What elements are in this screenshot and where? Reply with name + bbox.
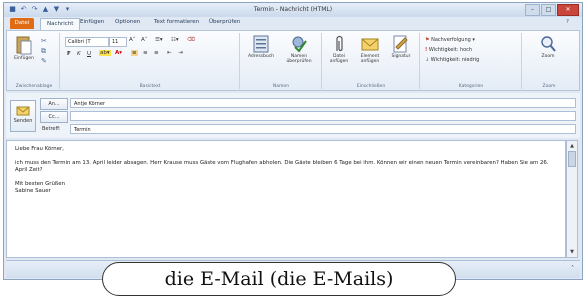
send-button[interactable]: Senden (10, 100, 36, 132)
shrink-font-icon[interactable]: A˅ (141, 37, 148, 43)
tab-format-text[interactable]: Text formatieren (154, 19, 199, 25)
follow-up-label: Nachverfolgung (431, 37, 471, 43)
help-icon[interactable]: ? (566, 19, 569, 25)
ribbon: Einfügen ✂ ⧉ ✎ Zwischenablage Calibri (T… (6, 30, 580, 91)
bold-icon[interactable]: F (67, 51, 71, 57)
group-clipboard: Einfügen ✂ ⧉ ✎ Zwischenablage (9, 33, 60, 89)
scroll-up-icon[interactable]: ▲ (568, 142, 576, 150)
align-right-icon[interactable]: ≡ (154, 50, 159, 56)
down-arrow-icon: ↓ (425, 57, 430, 63)
vocabulary-caption: die E-Mail (die E-Mails) (102, 262, 456, 296)
to-button[interactable]: An... (40, 98, 68, 110)
clear-format-icon[interactable]: ⌫ (187, 37, 195, 43)
font-size-select[interactable]: 11 (109, 37, 127, 47)
vertical-scrollbar[interactable]: ▲ ▼ (566, 140, 578, 258)
window-title: Termin - Nachricht (HTML) (253, 6, 333, 13)
message-body[interactable]: Liebe Frau Körner, ich muss den Termin a… (6, 140, 566, 258)
attach-item-label: Element anfügen (360, 54, 380, 64)
scroll-down-icon[interactable]: ▼ (568, 248, 576, 256)
tab-message[interactable]: Nachricht (40, 18, 81, 30)
group-names: Adressbuch Namen überprüfen Namen (241, 33, 322, 89)
importance-high-button[interactable]: ! Wichtigkeit: hoch (425, 47, 472, 53)
decrease-indent-icon[interactable]: ⇤ (167, 50, 172, 56)
italic-icon[interactable]: K (77, 51, 81, 57)
closing-text: Mit besten Grüßen (15, 181, 66, 187)
outlook-message-window: ■ ↶ ↷ ▲ ▼ ▾ Termin - Nachricht (HTML) – … (3, 2, 583, 280)
format-painter-icon[interactable]: ✎ (41, 57, 47, 65)
signature-text: Sabine Sauer (15, 188, 51, 194)
signature-label: Signatur (391, 54, 411, 59)
group-zoom: Zoom Zoom (523, 33, 575, 89)
importance-low-button[interactable]: ↓ Wichtigkeit: niedrig (425, 57, 479, 63)
group-names-label: Namen (272, 84, 290, 89)
zoom-label: Zoom (541, 54, 555, 59)
font-color-icon[interactable]: A▾ (115, 50, 122, 56)
tab-file[interactable]: Datei (10, 18, 34, 29)
close-button[interactable]: ✕ (557, 4, 579, 16)
bullets-icon[interactable]: ☰▾ (155, 37, 163, 43)
tab-review[interactable]: Überprüfen (209, 19, 240, 25)
increase-indent-icon[interactable]: ⇥ (178, 50, 183, 56)
highlight-icon[interactable]: ab▾ (99, 50, 111, 56)
maximize-button[interactable]: □ (541, 4, 556, 16)
follow-up-button[interactable]: ⚑ Nachverfolgung ▾ (425, 37, 475, 43)
paste-label: Einfügen (14, 56, 34, 61)
expand-people-pane-icon[interactable]: ˄ (571, 265, 574, 272)
flag-icon: ⚑ (425, 37, 430, 43)
cc-field[interactable] (70, 111, 576, 121)
title-bar: ■ ↶ ↷ ▲ ▼ ▾ Termin - Nachricht (HTML) – … (4, 3, 582, 17)
message-header: Senden An... Antje Körner Cc... Betreff:… (6, 93, 580, 138)
check-names-button[interactable]: Namen überprüfen (281, 35, 317, 64)
zoom-button[interactable]: Zoom (533, 35, 563, 59)
underline-icon[interactable]: U (87, 51, 91, 57)
group-tags: ⚑ Nachverfolgung ▾ ! Wichtigkeit: hoch ↓… (421, 33, 522, 89)
paste-icon (16, 36, 32, 55)
attach-file-label: Datei anfügen (329, 54, 349, 64)
address-book-icon (253, 35, 269, 53)
group-include: Datei anfügen Element anfügen Signatur E… (323, 33, 420, 89)
group-basic-text: Calibri (T 11 A˄ A˅ ☰▾ ☷▾ ⌫ F K U ab▾ A▾… (61, 33, 240, 89)
cut-icon[interactable]: ✂ (41, 37, 47, 45)
group-zoom-label: Zoom (542, 84, 556, 89)
font-name-select[interactable]: Calibri (T (65, 37, 109, 47)
body-paragraph: ich muss den Termin am 13. April leider … (15, 160, 549, 173)
envelope-icon (361, 38, 379, 51)
group-clipboard-label: Zwischenablage (15, 84, 53, 89)
to-field[interactable]: Antje Körner (70, 98, 576, 108)
check-names-label: Namen überprüfen (286, 54, 312, 64)
tab-insert[interactable]: Einfügen (80, 19, 104, 25)
exclamation-icon: ! (425, 47, 428, 53)
minimize-button[interactable]: – (525, 4, 540, 16)
grow-font-icon[interactable]: A˄ (129, 37, 136, 43)
tab-options[interactable]: Optionen (115, 19, 140, 25)
ribbon-tabs: Datei Nachricht Einfügen Optionen Text f… (4, 18, 582, 30)
subject-label: Betreff: (42, 126, 61, 132)
copy-icon[interactable]: ⧉ (41, 47, 46, 56)
address-book-button[interactable]: Adressbuch (243, 35, 279, 59)
attach-file-button[interactable]: Datei anfügen (325, 35, 353, 64)
magnifier-icon (541, 36, 556, 52)
group-basic-text-label: Basictext (139, 84, 161, 89)
check-names-icon (292, 36, 307, 53)
send-icon (16, 106, 30, 116)
importance-high-label: Wichtigkeit: hoch (428, 47, 473, 53)
address-book-label: Adressbuch (247, 54, 275, 59)
attach-item-button[interactable]: Element anfügen (355, 35, 385, 64)
send-label: Senden (13, 118, 33, 124)
importance-low-label: Wichtigkeit: niedrig (430, 57, 480, 63)
subject-field[interactable]: Termin (70, 124, 576, 134)
cc-button[interactable]: Cc... (40, 111, 68, 123)
greeting-text: Liebe Frau Körner, (15, 146, 64, 152)
align-left-icon[interactable]: ≡ (131, 50, 138, 56)
paperclip-icon (336, 35, 343, 52)
group-include-label: Einschließen (356, 84, 386, 89)
scroll-thumb[interactable] (568, 151, 576, 167)
signature-button[interactable]: Signatur (387, 35, 415, 59)
group-tags-label: Kategorien (458, 84, 484, 89)
paste-button[interactable]: Einfügen (11, 35, 37, 61)
signature-icon (393, 35, 408, 53)
numbering-icon[interactable]: ☷▾ (171, 37, 179, 43)
align-center-icon[interactable]: ≡ (143, 50, 148, 56)
window-controls: – □ ✕ (525, 4, 579, 16)
